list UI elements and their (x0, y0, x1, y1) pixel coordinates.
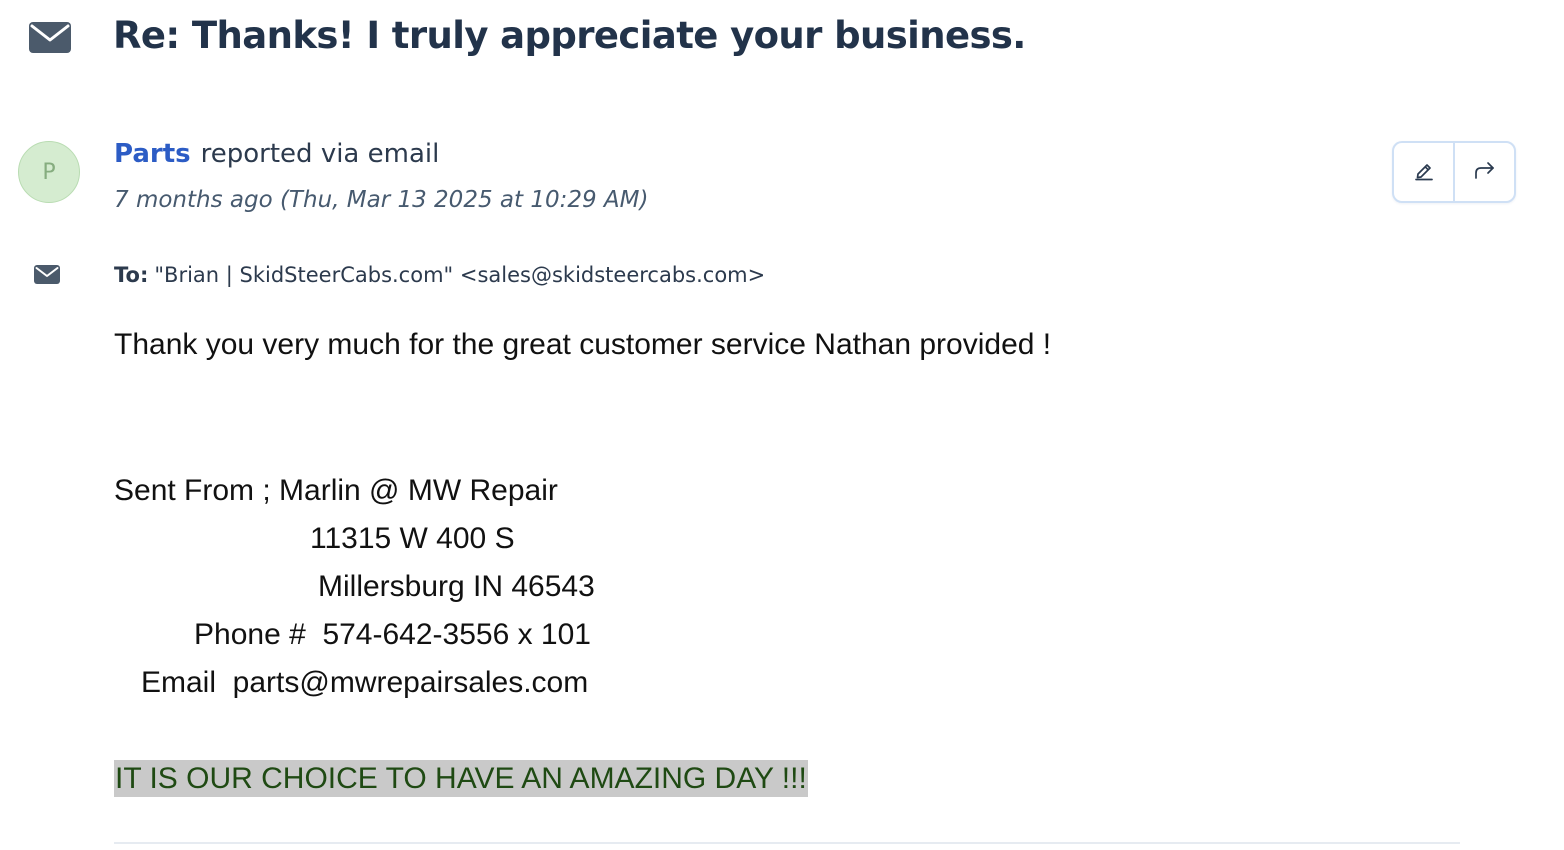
recipient-address: "Brian | SkidSteerCabs.com" <sales@skids… (154, 263, 766, 287)
signature-motto: IT IS OUR CHOICE TO HAVE AN AMAZING DAY … (114, 760, 808, 797)
ticket-title: Re: Thanks! I truly appreciate your busi… (113, 14, 1026, 57)
signature-address-street: 11315 W 400 S (310, 522, 515, 555)
forward-arrow-icon (1473, 159, 1497, 186)
recipient-line: To: "Brian | SkidSteerCabs.com" <sales@sk… (114, 263, 765, 287)
envelope-icon (34, 265, 60, 284)
body-line-thanks: Thank you very much for the great custom… (114, 328, 1052, 361)
pencil-icon (1413, 159, 1435, 186)
edit-button[interactable] (1394, 143, 1453, 201)
avatar-initial: P (42, 159, 56, 185)
reported-via-text: reported via email (200, 139, 440, 169)
message-timestamp: 7 months ago (Thu, Mar 13 2025 at 10:29 … (114, 187, 649, 213)
forward-button[interactable] (1453, 143, 1514, 201)
requester-name-link[interactable]: Parts (114, 139, 191, 169)
signature-phone: Phone # 574-642-3556 x 101 (194, 618, 591, 651)
message-actions (1392, 141, 1516, 203)
envelope-icon (29, 22, 71, 53)
message-divider (114, 842, 1460, 844)
signature-email: Email parts@mwrepairsales.com (141, 666, 589, 699)
avatar: P (18, 141, 80, 203)
requester-line: Parts reported via email (114, 139, 439, 169)
signature-sent-from: Sent From ; Marlin @ MW Repair (114, 474, 558, 507)
to-label: To: (114, 263, 149, 287)
signature-address-city: Millersburg IN 46543 (318, 570, 595, 603)
